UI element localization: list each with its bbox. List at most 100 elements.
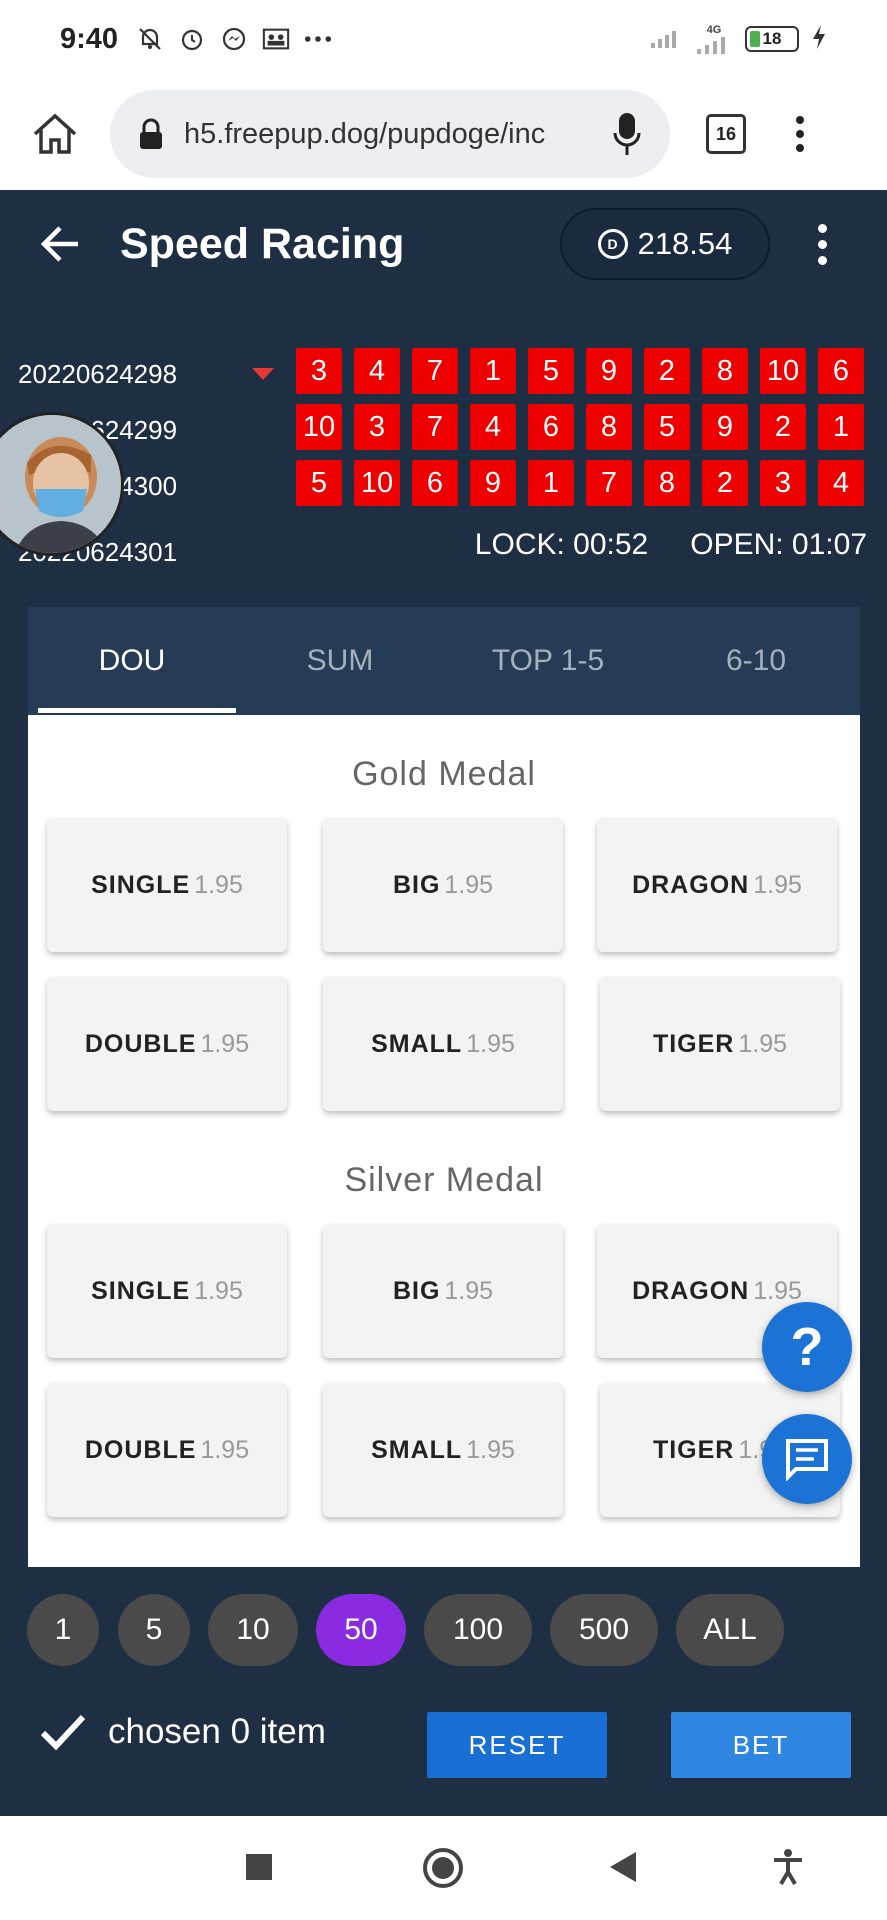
result-row: 20220624298 3 4 7 1 5 9 2 8 10 6 bbox=[0, 348, 887, 400]
chip-all[interactable]: ALL bbox=[676, 1594, 784, 1666]
bet-option-gold-tiger[interactable]: TIGER 1.95 bbox=[600, 977, 840, 1111]
bet-option-silver-big[interactable]: BIG 1.95 bbox=[323, 1224, 563, 1358]
check-icon bbox=[40, 1714, 86, 1751]
lock-timer: LOCK: 00:52 bbox=[474, 528, 649, 561]
more-dots-icon bbox=[304, 25, 332, 53]
recent-apps-button[interactable] bbox=[244, 1852, 274, 1882]
bet-option-gold-single[interactable]: SINGLE 1.95 bbox=[47, 818, 287, 952]
result-ball: 4 bbox=[354, 348, 400, 394]
result-numbers: 5 10 6 9 1 7 8 2 3 4 bbox=[296, 460, 864, 506]
option-odds: 1.95 bbox=[753, 870, 802, 899]
triangle-back-icon bbox=[610, 1852, 636, 1882]
microphone-icon[interactable] bbox=[612, 111, 642, 157]
result-ball: 7 bbox=[586, 460, 632, 506]
chip-selector: 1 5 10 50 100 500 ALL bbox=[0, 1568, 887, 1672]
mute-bell-icon bbox=[136, 25, 164, 53]
alarm-icon bbox=[178, 25, 206, 53]
tab-switcher-button[interactable]: 16 bbox=[706, 114, 746, 154]
balance-display[interactable]: D 218.54 bbox=[560, 208, 770, 280]
home-nav-button[interactable] bbox=[421, 1846, 465, 1890]
bet-options-panel: Gold Medal SINGLE 1.95 BIG 1.95 DRAGON 1.95… bbox=[28, 715, 860, 1567]
result-ball: 10 bbox=[296, 404, 342, 450]
browser-home-button[interactable] bbox=[0, 78, 110, 190]
accessibility-button[interactable] bbox=[772, 1848, 804, 1886]
chip-500[interactable]: 500 bbox=[550, 1594, 658, 1666]
result-ball: 3 bbox=[760, 460, 806, 506]
expand-history-icon[interactable] bbox=[252, 368, 274, 380]
countdown-timers: LOCK: 00:52 OPEN: 01:07 bbox=[475, 528, 867, 562]
notification-icons bbox=[136, 25, 332, 53]
result-ball: 8 bbox=[586, 404, 632, 450]
browser-toolbar: h5.freepup.dog/pupdoge/inc 16 bbox=[0, 78, 887, 190]
option-odds: 1.95 bbox=[466, 1029, 515, 1058]
option-label: SMALL bbox=[371, 1029, 463, 1058]
chip-5[interactable]: 5 bbox=[118, 1594, 190, 1666]
result-ball: 5 bbox=[296, 460, 342, 506]
back-nav-button[interactable] bbox=[608, 1850, 638, 1884]
tab-dou[interactable]: DOU bbox=[28, 607, 236, 715]
bet-option-gold-double[interactable]: DOUBLE 1.95 bbox=[47, 977, 287, 1111]
accessibility-icon bbox=[774, 1849, 802, 1886]
result-ball: 7 bbox=[412, 348, 458, 394]
result-ball: 6 bbox=[528, 404, 574, 450]
chat-button[interactable] bbox=[762, 1414, 852, 1504]
option-label: DRAGON bbox=[632, 1276, 750, 1305]
bet-option-gold-small[interactable]: SMALL 1.95 bbox=[323, 977, 563, 1111]
url-text: h5.freepup.dog/pupdoge/inc bbox=[184, 117, 546, 150]
result-ball: 7 bbox=[412, 404, 458, 450]
tab-6-10[interactable]: 6-10 bbox=[652, 607, 860, 715]
chip-100[interactable]: 100 bbox=[424, 1594, 532, 1666]
bet-action-bar: chosen 0 item RESET BET bbox=[0, 1672, 887, 1816]
circle-home-icon bbox=[423, 1848, 463, 1888]
home-icon bbox=[33, 113, 77, 154]
result-numbers: 10 3 7 4 6 8 5 9 2 1 bbox=[296, 404, 864, 450]
help-button[interactable]: ? bbox=[762, 1302, 852, 1392]
result-ball: 9 bbox=[470, 460, 516, 506]
option-label: TIGER bbox=[652, 1435, 735, 1464]
result-ball: 6 bbox=[818, 348, 864, 394]
reset-button[interactable]: RESET bbox=[427, 1712, 607, 1778]
bet-option-silver-double[interactable]: DOUBLE 1.95 bbox=[47, 1383, 287, 1517]
option-odds: 1.95 bbox=[444, 870, 494, 899]
status-bar: 9:40 4G 18 bbox=[0, 0, 887, 78]
result-ball: 10 bbox=[354, 460, 400, 506]
option-odds: 1.95 bbox=[194, 870, 243, 899]
tab-sum[interactable]: SUM bbox=[236, 607, 444, 715]
option-odds: 1.95 bbox=[200, 1435, 250, 1464]
square-icon bbox=[246, 1854, 272, 1880]
bet-button[interactable]: BET bbox=[671, 1712, 851, 1778]
lock-icon bbox=[140, 118, 162, 149]
result-row: 20220624299 10 3 7 4 6 8 5 9 2 1 bbox=[0, 404, 887, 456]
result-ball: 5 bbox=[644, 404, 690, 450]
browser-menu-icon[interactable] bbox=[796, 116, 804, 152]
tab-count: 16 bbox=[715, 123, 737, 144]
app-header: Speed Racing D 218.54 bbox=[0, 190, 887, 298]
chip-1[interactable]: 1 bbox=[27, 1594, 99, 1666]
back-button[interactable] bbox=[0, 224, 120, 264]
result-ball: 8 bbox=[644, 460, 690, 506]
bet-option-silver-single[interactable]: SINGLE 1.95 bbox=[47, 1224, 287, 1358]
more-menu-icon[interactable] bbox=[818, 224, 827, 265]
result-numbers: 3 4 7 1 5 9 2 8 10 6 bbox=[296, 348, 864, 394]
issue-number: 20220624298 bbox=[18, 359, 178, 389]
result-ball: 2 bbox=[760, 404, 806, 450]
result-ball: 5 bbox=[528, 348, 574, 394]
option-label: DOUBLE bbox=[84, 1435, 197, 1464]
chip-10[interactable]: 10 bbox=[208, 1594, 298, 1666]
chip-50[interactable]: 50 bbox=[316, 1594, 406, 1666]
bet-option-gold-dragon[interactable]: DRAGON 1.95 bbox=[597, 818, 837, 952]
result-ball: 8 bbox=[702, 348, 748, 394]
address-bar[interactable]: h5.freepup.dog/pupdoge/inc bbox=[110, 90, 670, 178]
page-title: Speed Racing bbox=[120, 219, 405, 268]
chat-icon bbox=[786, 1439, 828, 1481]
tab-top-1-5[interactable]: TOP 1-5 bbox=[444, 607, 652, 715]
chosen-count-text: chosen 0 item bbox=[108, 1712, 326, 1751]
bet-option-gold-big[interactable]: BIG 1.95 bbox=[323, 818, 563, 952]
open-timer: OPEN: 01:07 bbox=[690, 528, 867, 561]
bet-option-silver-small[interactable]: SMALL 1.95 bbox=[323, 1383, 563, 1517]
selection-summary: chosen 0 item bbox=[40, 1712, 326, 1752]
status-time: 9:40 bbox=[60, 22, 119, 55]
battery-level: 18 bbox=[762, 29, 782, 48]
balance-value: 218.54 bbox=[637, 226, 733, 261]
result-ball: 1 bbox=[470, 348, 516, 394]
